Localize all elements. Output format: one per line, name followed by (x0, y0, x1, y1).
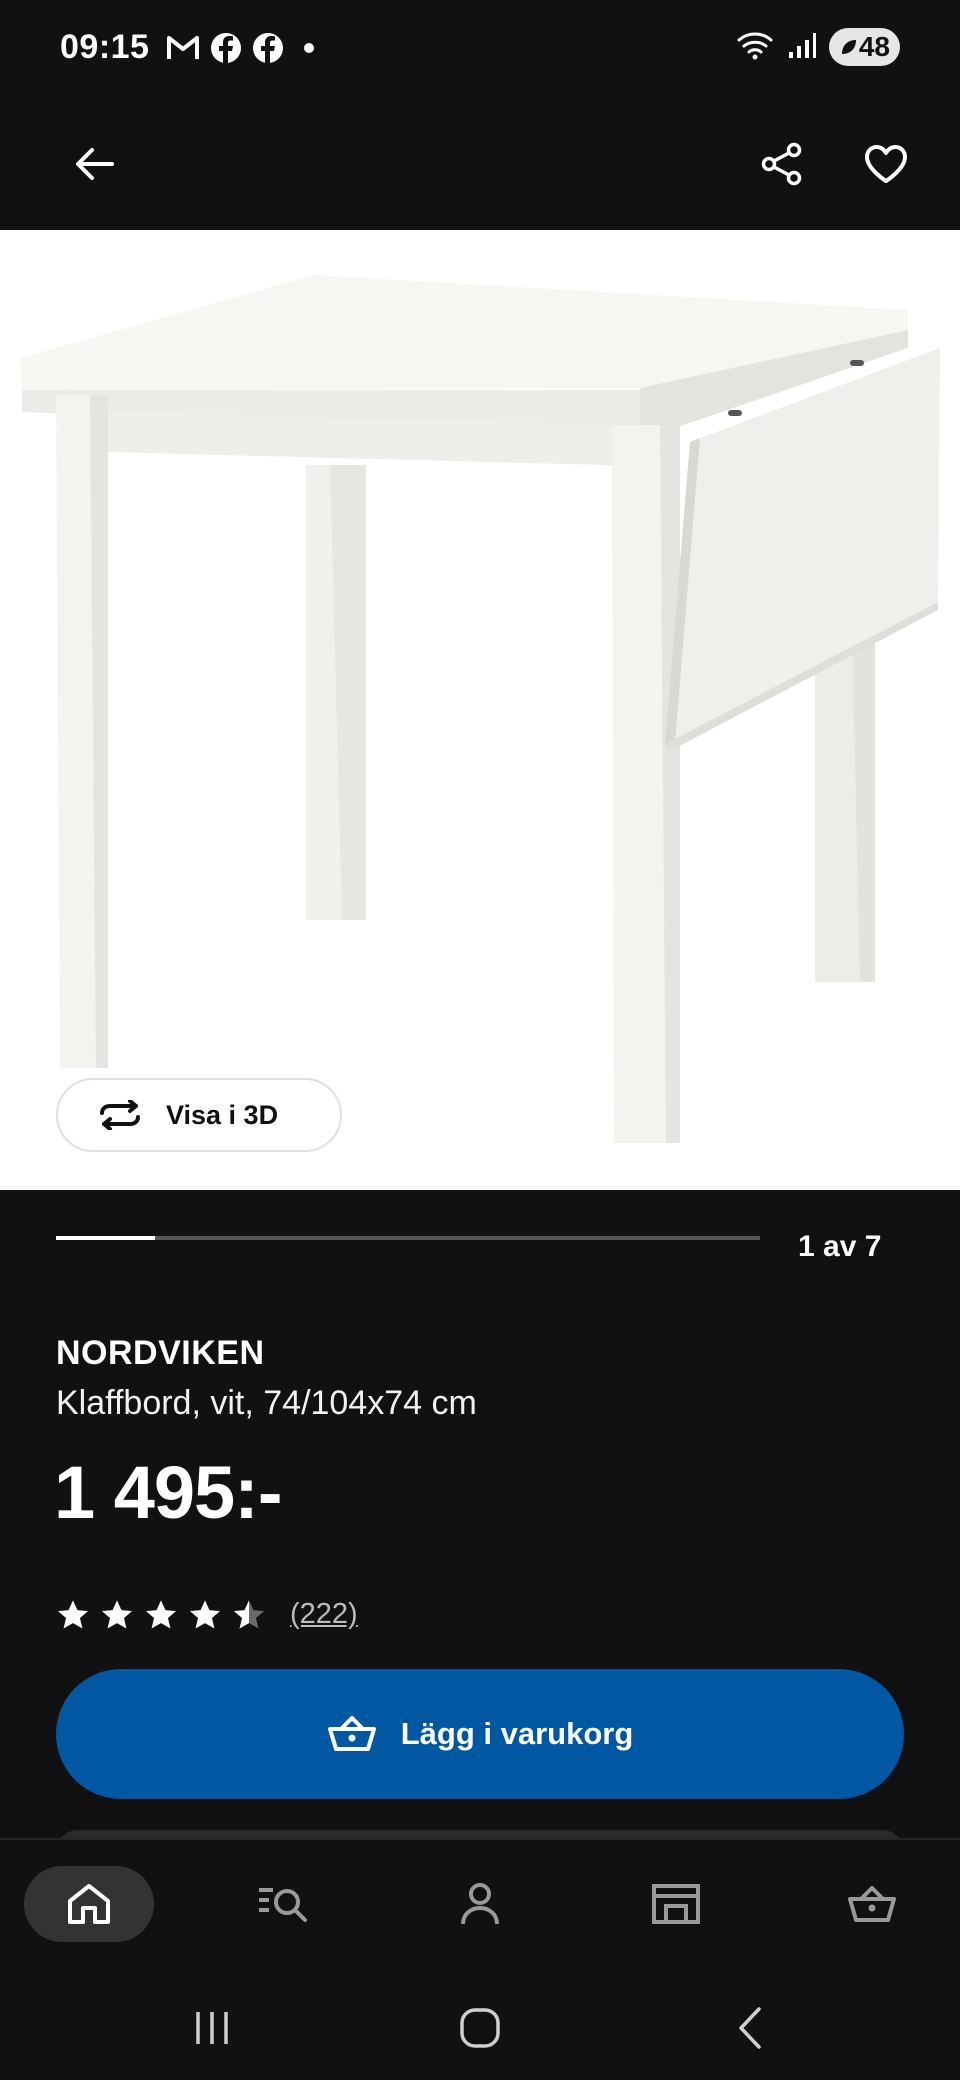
carousel-progress-fill (56, 1236, 155, 1240)
product-description: Klaffbord, vit, 74/104x74 cm (56, 1384, 477, 1422)
add-to-cart-button[interactable]: Lägg i varukorg (56, 1669, 904, 1799)
bottom-navigation (0, 1838, 960, 1970)
nav-profile[interactable] (415, 1866, 545, 1942)
share-icon (761, 142, 802, 186)
recents-icon (196, 2012, 228, 2044)
view-3d-button[interactable]: Visa i 3D (56, 1078, 342, 1152)
nav-home[interactable] (24, 1866, 154, 1942)
product-price: 1 495:- (54, 1451, 282, 1534)
recents-button[interactable] (172, 1998, 252, 2058)
signal-icon (787, 30, 817, 65)
review-count-link[interactable]: (222) (290, 1598, 358, 1631)
nav-search[interactable] (218, 1866, 348, 1942)
top-app-bar (0, 100, 960, 230)
view-3d-label: Visa i 3D (166, 1099, 279, 1130)
star-icon (101, 1599, 133, 1628)
carousel-counter: 1 av 7 (798, 1230, 882, 1263)
status-right: 48 (735, 28, 900, 66)
home-icon (68, 1884, 110, 1924)
star-icon (57, 1599, 89, 1628)
gmail-icon (166, 34, 200, 67)
basket-icon (327, 1716, 376, 1751)
dot-icon (294, 33, 324, 68)
basket-icon (848, 1886, 896, 1922)
search-list-icon (259, 1888, 307, 1922)
product-name: NORDVIKEN (56, 1334, 265, 1372)
heart-icon (865, 145, 907, 183)
battery-indicator: 48 (828, 28, 900, 66)
back-arrow-icon (76, 148, 114, 180)
store-icon (652, 1884, 700, 1924)
profile-icon (461, 1883, 499, 1925)
home-circle-icon (460, 2008, 500, 2048)
half-star-icon (233, 1599, 265, 1628)
status-bar: 09:15 48 (0, 0, 960, 100)
add-to-cart-label: Lägg i varukorg (400, 1716, 634, 1751)
battery-saver-icon (841, 40, 856, 54)
wifi-icon (735, 30, 775, 65)
nav-basket[interactable] (807, 1866, 937, 1942)
back-system-button[interactable] (710, 1998, 790, 2058)
rotate-3d-icon (100, 1100, 140, 1130)
favorite-button[interactable] (852, 130, 920, 198)
facebook-icon (252, 32, 284, 69)
home-system-button[interactable] (440, 1998, 520, 2058)
battery-level: 48 (858, 31, 890, 62)
back-button[interactable] (60, 130, 128, 198)
share-button[interactable] (748, 130, 816, 198)
nav-store[interactable] (611, 1866, 741, 1942)
status-time: 09:15 (60, 28, 150, 66)
rating[interactable]: (222) (56, 1598, 358, 1631)
star-icon (145, 1599, 177, 1628)
facebook-icon (210, 32, 242, 69)
product-image (20, 275, 940, 1143)
product-image-carousel[interactable]: Visa i 3D (0, 230, 960, 1190)
notification-icons (166, 32, 324, 69)
back-chevron-icon (739, 2007, 761, 2049)
system-navigation (0, 1970, 960, 2080)
carousel-progress (56, 1236, 760, 1240)
star-icon (189, 1599, 221, 1628)
